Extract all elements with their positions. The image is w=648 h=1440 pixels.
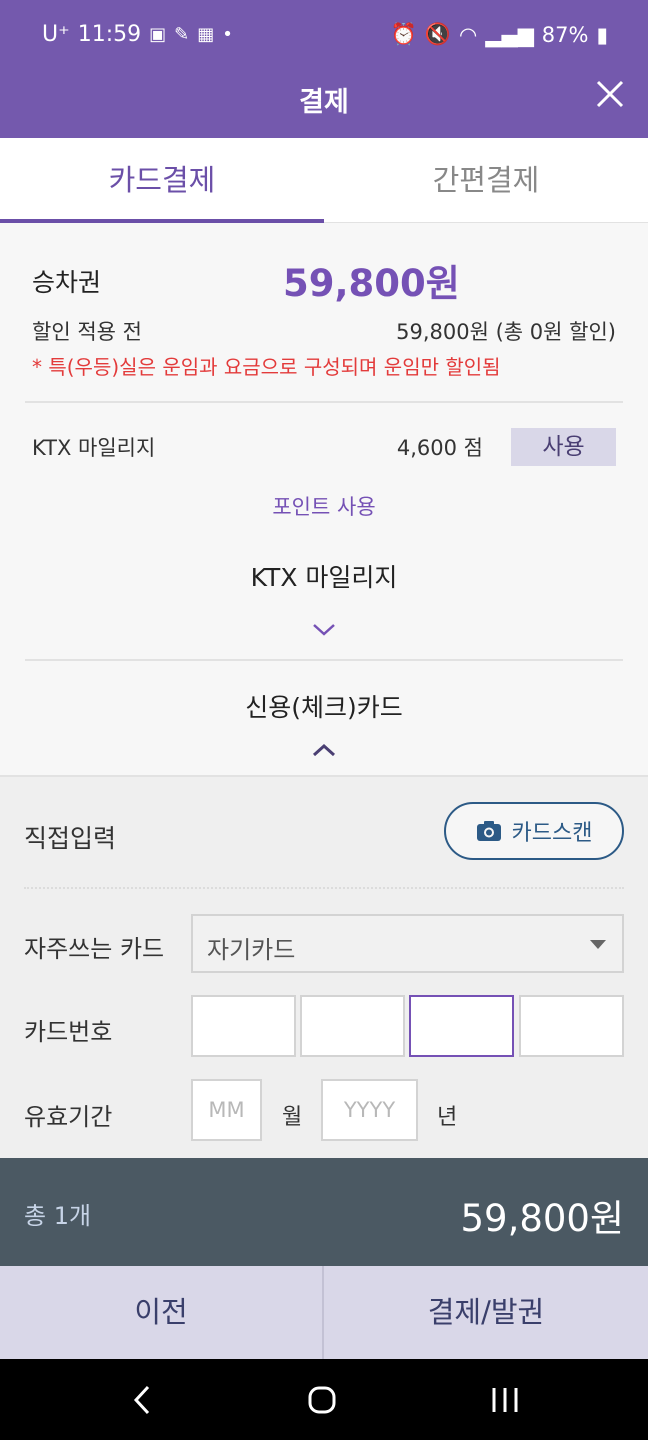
back-icon[interactable]: [122, 1383, 162, 1417]
home-icon[interactable]: [302, 1383, 342, 1417]
card-number-field-3[interactable]: [409, 995, 514, 1057]
card-number-field-4[interactable]: [519, 995, 624, 1057]
divider: [25, 659, 623, 661]
card-scan-label: 카드스캔: [511, 821, 593, 846]
status-bar: U⁺ 11:59 ▣ ✎ ▦ • ⏰ 🔇 ◠ ▂▄▆ 87% ▮: [0, 0, 648, 70]
card-number-field-1[interactable]: [191, 995, 296, 1057]
year-unit: 년: [437, 1105, 458, 1130]
page-title: 결제: [299, 87, 349, 118]
expiry-month-field[interactable]: MM: [191, 1079, 262, 1141]
credit-card-section-toggle[interactable]: 신용(체크)카드: [0, 688, 648, 724]
ticket-amount: 59,800원: [283, 262, 460, 305]
card-number-label: 카드번호: [24, 1018, 113, 1046]
gallery-icon: ▣: [149, 24, 167, 45]
carrier-label: U⁺: [42, 22, 70, 47]
card-input-form: 직접입력 카드스캔 자주쓰는 카드 자기카드 카드번호 유효기간 MM 월 YY…: [0, 775, 648, 1158]
camera-icon: [476, 821, 501, 841]
discount-notice: * 특(우등)실은 운임과 요금으로 구성되며 운임만 할인됨: [32, 355, 501, 379]
favorite-card-value: 자기카드: [207, 936, 296, 964]
direct-input-label: 직접입력: [24, 824, 117, 853]
divider: [25, 401, 623, 403]
use-mileage-button[interactable]: 사용: [511, 428, 616, 466]
more-notifications-icon: •: [222, 24, 233, 45]
total-bar: 총 1개 59,800원: [0, 1158, 648, 1266]
recent-apps-icon[interactable]: [485, 1383, 525, 1417]
chevron-up-icon[interactable]: [312, 743, 336, 757]
calendar-icon: ▦: [197, 24, 215, 45]
signal-icon: ▂▄▆: [485, 22, 534, 47]
pay-issue-button[interactable]: 결제/발권: [324, 1266, 648, 1359]
total-count: 총 1개: [24, 1202, 92, 1230]
total-amount: 59,800원: [460, 1197, 624, 1240]
status-left: U⁺ 11:59 ▣ ✎ ▦ •: [42, 22, 233, 47]
battery-level: 87%: [541, 22, 589, 47]
battery-icon: ▮: [596, 22, 608, 47]
close-icon[interactable]: [596, 80, 624, 108]
status-right: ⏰ 🔇 ◠ ▂▄▆ 87% ▮: [391, 22, 608, 47]
card-scan-button[interactable]: 카드스캔: [444, 802, 624, 860]
mute-icon: 🔇: [424, 22, 451, 46]
wifi-icon: ◠: [458, 22, 478, 47]
action-bar: 이전 결제/발권: [0, 1266, 648, 1359]
system-nav-bar: [0, 1359, 648, 1440]
before-discount-value: 59,800원 (총 0원 할인): [396, 320, 616, 344]
app-header: 결제: [0, 70, 648, 138]
ktx-mileage-section-toggle[interactable]: KTX 마일리지: [0, 558, 648, 594]
card-number-field-2[interactable]: [300, 995, 405, 1057]
app-notification-icon: ✎: [174, 24, 190, 45]
time-label: 11:59: [77, 22, 142, 47]
prev-button[interactable]: 이전: [0, 1266, 324, 1359]
tab-card-payment[interactable]: 카드결제: [0, 138, 324, 223]
month-unit: 월: [282, 1105, 303, 1130]
point-use-link[interactable]: 포인트 사용: [0, 491, 648, 521]
payment-tabs: 카드결제 간편결제: [0, 138, 648, 223]
alarm-icon: ⏰: [390, 22, 417, 46]
expiry-label: 유효기간: [24, 1103, 113, 1131]
favorite-card-label: 자주쓰는 카드: [24, 935, 165, 963]
payment-summary: 승차권 59,800원 할인 적용 전 59,800원 (총 0원 할인) * …: [0, 223, 648, 775]
expiry-year-field[interactable]: YYYY: [321, 1079, 418, 1141]
tab-easy-payment[interactable]: 간편결제: [324, 138, 648, 223]
dotted-divider: [24, 887, 624, 889]
favorite-card-select[interactable]: 자기카드: [191, 914, 624, 973]
mileage-points: 4,600 점: [396, 436, 483, 460]
chevron-down-icon[interactable]: [312, 623, 336, 637]
dropdown-arrow-icon: [590, 940, 606, 949]
